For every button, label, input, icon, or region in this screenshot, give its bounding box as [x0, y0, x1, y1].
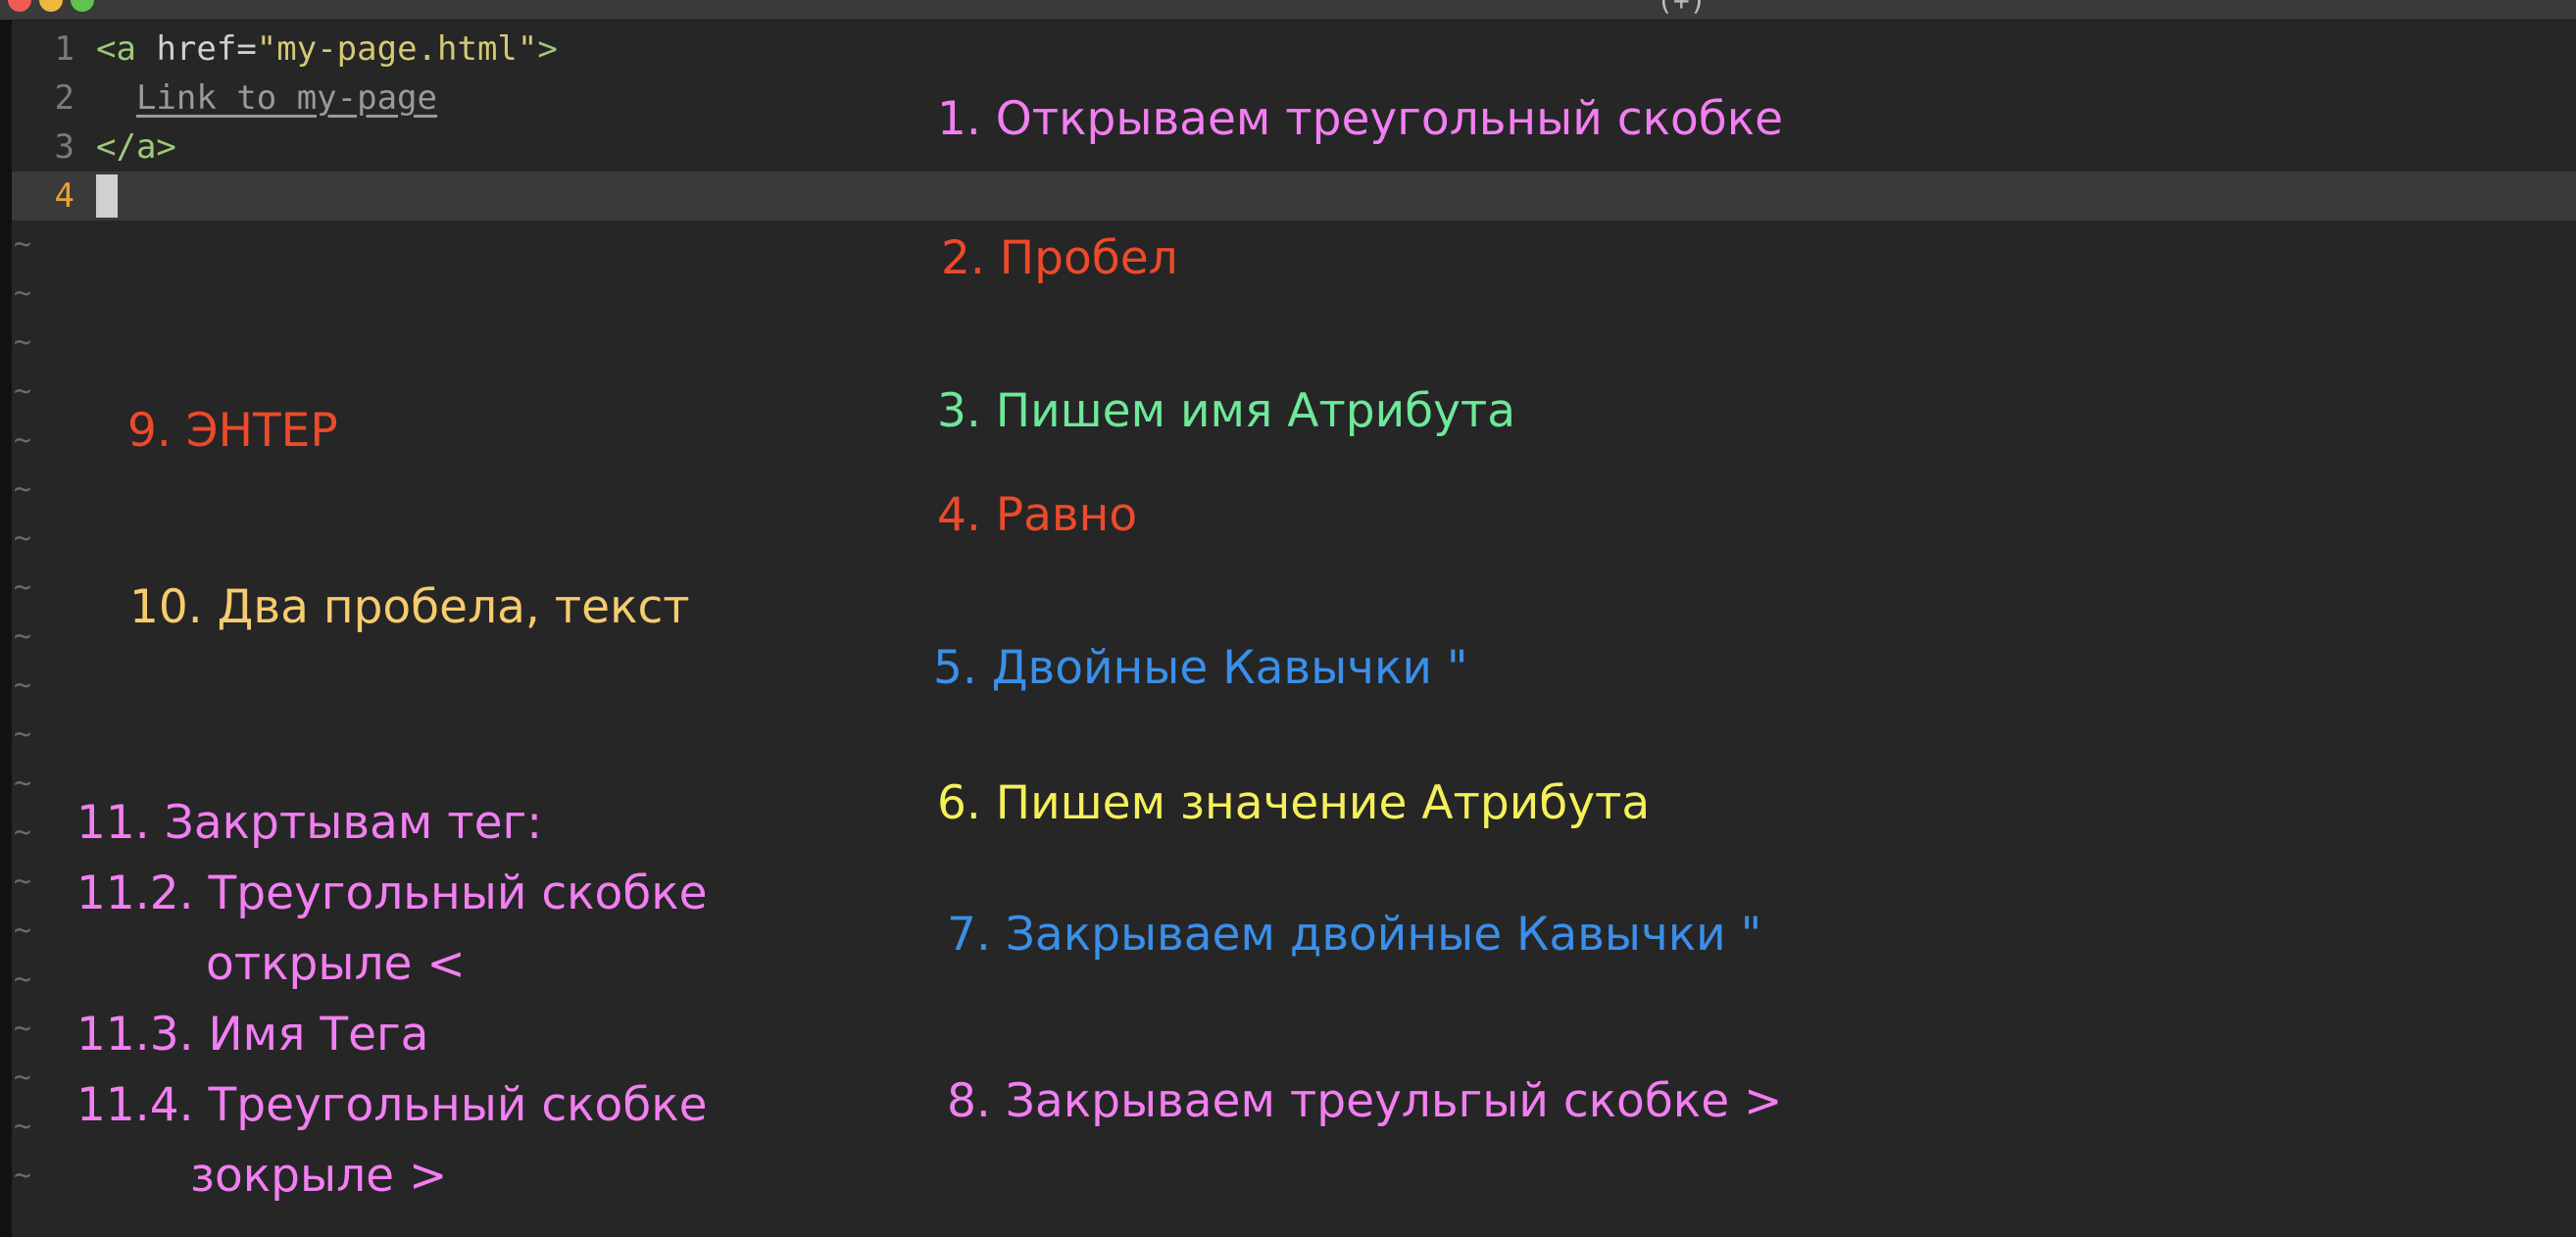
link-text: Link to my-page [135, 78, 437, 118]
tilde-marker: ~ [14, 816, 32, 850]
annotation-step-3: 3. Пишем имя Атрибута [937, 384, 1516, 438]
editor-line-1[interactable]: 1 <a href="my-page.html"> [12, 25, 2576, 74]
tag-open-bracket: < [96, 29, 117, 69]
tilde-marker: ~ [14, 717, 32, 752]
line-number: 2 [54, 78, 74, 118]
window-title: (+) [1657, 0, 1707, 17]
annotation-step-11-2: 11.2. Треугольный скобке [76, 866, 708, 920]
minimize-window-button[interactable] [39, 0, 63, 12]
window-titlebar: (+) [0, 0, 2576, 21]
tilde-marker: ~ [14, 963, 32, 997]
tilde-marker: ~ [14, 619, 32, 654]
line-number: 4 [54, 176, 74, 216]
tilde-marker: ~ [14, 374, 32, 409]
close-window-button[interactable] [8, 0, 31, 12]
tilde-marker: ~ [14, 570, 32, 605]
tilde-marker: ~ [14, 1012, 32, 1046]
annotation-step-10: 10. Два пробела, текст [129, 580, 690, 634]
tilde-marker: ~ [14, 1159, 32, 1193]
line-number: 1 [54, 29, 74, 69]
annotation-step-8: 8. Закрываем треульгый скобке > [947, 1074, 1783, 1128]
annotation-step-11: 11. Закртывам тег: [76, 796, 543, 850]
tilde-marker: ~ [14, 521, 32, 556]
annotation-step-7: 7. Закрываем двойные Кавычки " [947, 908, 1762, 962]
tilde-marker: ~ [14, 767, 32, 801]
tag-name: a [116, 29, 136, 69]
editor-left-border [0, 21, 12, 1237]
tilde-marker: ~ [14, 325, 32, 360]
annotation-step-11-3: 11.3. Имя Тега [76, 1008, 429, 1062]
maximize-window-button[interactable] [71, 0, 94, 12]
tilde-marker: ~ [14, 914, 32, 948]
annotation-step-1: 1. Открываем треугольный скобке [937, 92, 1784, 146]
attribute-name: href= [135, 29, 257, 69]
annotation-step-11-2-cont: открыле < [206, 937, 466, 991]
tilde-marker: ~ [14, 865, 32, 899]
tilde-marker: ~ [14, 1110, 32, 1144]
editor-line-4-current[interactable]: 4 [12, 172, 2576, 221]
annotation-step-9: 9. ЭНТЕР [127, 404, 338, 458]
tilde-marker: ~ [14, 423, 32, 458]
line-number: 3 [54, 127, 74, 167]
annotation-step-5: 5. Двойные Кавычки " [933, 641, 1468, 695]
closing-tag: </a> [96, 127, 176, 167]
annotation-step-11-4: 11.4. Треугольный скобке [76, 1078, 708, 1132]
annotation-step-11-4-cont: зокрыле > [190, 1149, 448, 1203]
annotation-step-6: 6. Пишем значение Атрибута [937, 776, 1651, 830]
annotation-step-4: 4. Равно [937, 488, 1138, 542]
attribute-value: "my-page.html" [256, 29, 538, 69]
annotation-step-2: 2. Пробел [941, 231, 1178, 285]
tilde-marker: ~ [14, 668, 32, 703]
tag-close-bracket: > [537, 29, 558, 69]
tilde-marker: ~ [14, 1061, 32, 1095]
tilde-marker: ~ [14, 472, 32, 507]
tilde-marker: ~ [14, 276, 32, 311]
tilde-marker: ~ [14, 227, 32, 262]
text-cursor [96, 173, 118, 218]
